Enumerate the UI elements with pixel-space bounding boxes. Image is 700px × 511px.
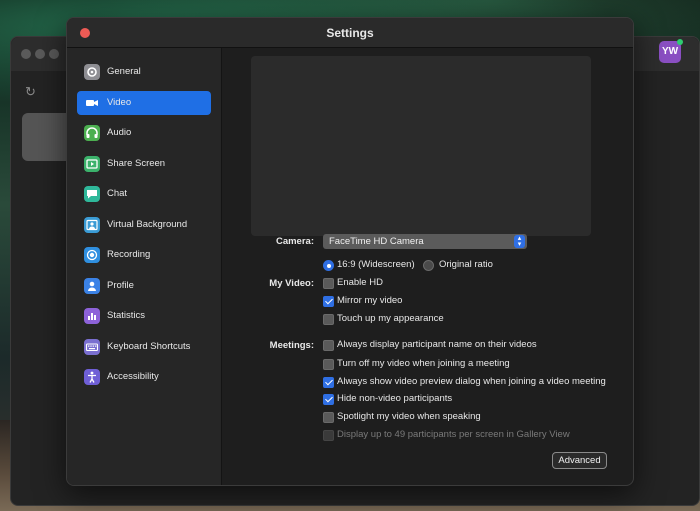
checkbox[interactable] bbox=[323, 314, 334, 325]
checkbox[interactable] bbox=[323, 359, 334, 370]
sidebar-item-chat[interactable]: Chat bbox=[77, 182, 211, 206]
checkbox[interactable] bbox=[323, 394, 334, 405]
virtual-background-icon bbox=[84, 217, 100, 233]
gear-icon bbox=[84, 64, 100, 80]
sidebar-item-share-screen[interactable]: Share Screen bbox=[77, 152, 211, 176]
turn-off-video-checkbox[interactable]: Turn off my video when joining a meeting bbox=[323, 358, 603, 372]
chevron-updown-icon: ▴ ▾ bbox=[514, 235, 525, 248]
camera-label: Camera: bbox=[275, 236, 314, 247]
sidebar-item-label: Accessibility bbox=[107, 371, 159, 382]
touch-up-appearance-checkbox[interactable]: Touch up my appearance bbox=[323, 313, 483, 327]
advanced-button[interactable]: Advanced bbox=[552, 452, 607, 469]
radio-unselected[interactable] bbox=[423, 260, 434, 271]
sidebar-item-label: Profile bbox=[107, 280, 134, 291]
sidebar-item-label: Virtual Background bbox=[107, 219, 188, 230]
window-title: Settings bbox=[326, 26, 374, 40]
checkbox[interactable] bbox=[323, 296, 334, 307]
checkbox-label: Mirror my video bbox=[337, 295, 403, 306]
traffic-light bbox=[21, 49, 31, 59]
refresh-icon[interactable]: ↻ bbox=[25, 85, 39, 99]
checkbox-label: Always show video preview dialog when jo… bbox=[337, 376, 606, 387]
checkbox[interactable] bbox=[323, 412, 334, 423]
spotlight-video-checkbox[interactable]: Spotlight my video when speaking bbox=[323, 411, 543, 425]
checkbox-label: Turn off my video when joining a meeting bbox=[337, 358, 510, 369]
sidebar-item-label: Audio bbox=[107, 127, 132, 138]
sidebar-item-virtual-background[interactable]: Virtual Background bbox=[77, 213, 211, 237]
sidebar-item-label: Recording bbox=[107, 249, 151, 260]
background-card bbox=[22, 113, 72, 161]
checkbox-label: Display up to 49 participants per screen… bbox=[337, 429, 570, 440]
video-preview bbox=[251, 56, 591, 236]
settings-sidebar: General Video Audio Share Screen Chat Vi… bbox=[67, 48, 222, 485]
checkbox-label: Always display participant name on their… bbox=[337, 339, 537, 350]
sidebar-item-label: Chat bbox=[107, 188, 128, 199]
mirror-video-checkbox[interactable]: Mirror my video bbox=[323, 295, 443, 309]
display-participant-name-checkbox[interactable]: Always display participant name on their… bbox=[323, 339, 603, 353]
settings-window: Settings General Video Audio Share Scree… bbox=[66, 17, 634, 486]
radio-selected[interactable] bbox=[323, 260, 334, 271]
video-icon bbox=[84, 95, 100, 111]
camera-select[interactable]: FaceTime HD Camera ▴ ▾ bbox=[323, 234, 527, 249]
sidebar-item-label: Statistics bbox=[107, 310, 146, 321]
checkbox-label: Enable HD bbox=[337, 277, 383, 288]
aspect-original-radio[interactable]: Original ratio bbox=[423, 259, 513, 273]
titlebar: Settings bbox=[67, 18, 633, 48]
checkbox-label: Hide non-video participants bbox=[337, 393, 453, 404]
sidebar-item-general[interactable]: General bbox=[77, 60, 211, 84]
aspect-widescreen-radio[interactable]: 16:9 (Widescreen) bbox=[323, 259, 423, 273]
radio-label: Original ratio bbox=[439, 259, 493, 270]
keyboard-icon bbox=[84, 339, 100, 355]
sidebar-item-video[interactable]: Video bbox=[77, 91, 211, 115]
profile-icon bbox=[84, 278, 100, 294]
hide-non-video-checkbox[interactable]: Hide non-video participants bbox=[323, 393, 523, 407]
checkbox[interactable] bbox=[323, 340, 334, 351]
checkbox[interactable] bbox=[323, 278, 334, 289]
checkbox-label: Touch up my appearance bbox=[337, 313, 444, 324]
recording-icon bbox=[84, 247, 100, 263]
sidebar-item-label: Share Screen bbox=[107, 158, 166, 169]
headphones-icon bbox=[84, 125, 100, 141]
accessibility-icon bbox=[84, 369, 100, 385]
checkbox-disabled bbox=[323, 430, 334, 441]
sidebar-item-profile[interactable]: Profile bbox=[77, 274, 211, 298]
radio-label: 16:9 (Widescreen) bbox=[337, 259, 415, 270]
meetings-label: Meetings: bbox=[269, 340, 314, 351]
sidebar-item-label: General bbox=[107, 66, 141, 77]
sidebar-item-label: Video bbox=[107, 97, 132, 108]
sidebar-item-audio[interactable]: Audio bbox=[77, 121, 211, 145]
video-settings-panel: Camera: FaceTime HD Camera ▴ ▾ 16:9 (Wide… bbox=[223, 48, 633, 485]
traffic-light bbox=[35, 49, 45, 59]
checkbox[interactable] bbox=[323, 377, 334, 388]
sidebar-item-label: Keyboard Shortcuts bbox=[107, 341, 191, 352]
traffic-light bbox=[49, 49, 59, 59]
gallery-49-checkbox: Display up to 49 participants per screen… bbox=[323, 429, 623, 443]
sidebar-item-statistics[interactable]: Statistics bbox=[77, 304, 211, 328]
my-video-label: My Video: bbox=[269, 278, 314, 289]
share-screen-icon bbox=[84, 156, 100, 172]
online-status-dot bbox=[677, 39, 683, 45]
sidebar-item-keyboard-shortcuts[interactable]: Keyboard Shortcuts bbox=[77, 335, 211, 359]
enable-hd-checkbox[interactable]: Enable HD bbox=[323, 277, 443, 291]
sidebar-item-recording[interactable]: Recording bbox=[77, 243, 211, 267]
checkbox-label: Spotlight my video when speaking bbox=[337, 411, 481, 422]
sidebar-item-accessibility[interactable]: Accessibility bbox=[77, 365, 211, 389]
video-preview-dialog-checkbox[interactable]: Always show video preview dialog when jo… bbox=[323, 376, 623, 390]
chat-icon bbox=[84, 186, 100, 202]
statistics-icon bbox=[84, 308, 100, 324]
camera-select-value: FaceTime HD Camera bbox=[329, 236, 424, 247]
